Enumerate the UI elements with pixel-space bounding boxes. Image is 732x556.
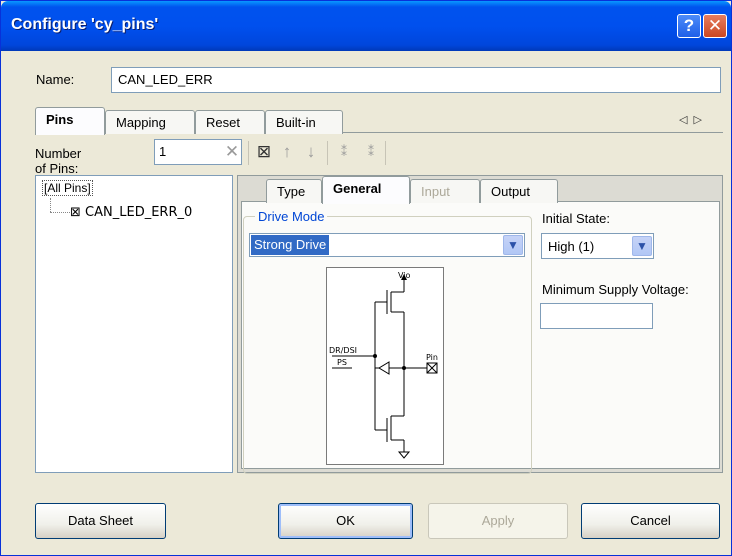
- scroll-left-icon[interactable]: ◁: [679, 114, 693, 126]
- tab-reset[interactable]: Reset: [195, 110, 265, 134]
- ps-label: PS: [337, 358, 347, 367]
- tab-pins[interactable]: Pins: [35, 107, 105, 135]
- pin-icon: ⊠: [70, 205, 81, 220]
- ok-button[interactable]: OK: [278, 503, 413, 539]
- min-supply-voltage-label: Minimum Supply Voltage:: [542, 282, 689, 297]
- scroll-right-icon[interactable]: ▷: [693, 114, 707, 126]
- tree-connector: [50, 198, 51, 212]
- toolbar-separator: [248, 141, 249, 165]
- initial-state-label: Initial State:: [542, 211, 610, 226]
- drive-mode-value: Strong Drive: [251, 235, 330, 255]
- delete-icon[interactable]: ✕: [221, 141, 243, 163]
- close-button[interactable]: ✕: [703, 14, 727, 38]
- tab-scroll-arrows[interactable]: ◁▷: [679, 113, 708, 126]
- drive-mode-diagram: Vio DR/DSI PS Pin: [326, 267, 444, 465]
- tree-item-label: CAN_LED_ERR_0: [85, 205, 193, 220]
- initial-state-select[interactable]: High (1) ▼: [541, 233, 654, 259]
- cancel-button[interactable]: Cancel: [581, 503, 720, 539]
- dr-dsi-label: DR/DSI: [329, 346, 357, 355]
- pins-tree[interactable]: [All Pins] ⊠ CAN_LED_ERR_0: [35, 175, 233, 473]
- help-button[interactable]: ?: [677, 14, 701, 38]
- merge-icon[interactable]: ⁑: [360, 141, 382, 163]
- chevron-down-icon[interactable]: ▼: [503, 235, 523, 255]
- min-supply-voltage-input[interactable]: [540, 303, 653, 329]
- pins-count-label: Number of Pins:: [35, 146, 82, 176]
- toolbar-separator: [385, 141, 386, 165]
- chevron-down-icon[interactable]: ▼: [632, 236, 652, 256]
- data-sheet-button[interactable]: Data Sheet: [35, 503, 166, 539]
- name-input[interactable]: CAN_LED_ERR: [111, 67, 721, 93]
- move-down-icon[interactable]: ↓: [300, 141, 322, 163]
- dialog-window: Configure 'cy_pins' ? ✕ Name: CAN_LED_ER…: [0, 0, 732, 556]
- tab-input: Input: [410, 179, 480, 203]
- add-pin-icon[interactable]: ⊠: [253, 141, 275, 163]
- drive-mode-select[interactable]: Strong Drive ▼: [249, 233, 525, 257]
- vdd-label: Vio: [398, 271, 411, 280]
- apply-button: Apply: [428, 503, 568, 539]
- tab-mapping[interactable]: Mapping: [105, 110, 195, 134]
- pin-label: Pin: [426, 353, 438, 362]
- title-bar[interactable]: Configure 'cy_pins' ? ✕: [1, 1, 731, 51]
- window-title: Configure 'cy_pins': [11, 16, 159, 33]
- tab-output[interactable]: Output: [480, 179, 558, 203]
- tab-type[interactable]: Type: [266, 179, 322, 203]
- tab-general[interactable]: General: [322, 176, 410, 204]
- tree-item-pin[interactable]: ⊠ CAN_LED_ERR_0: [70, 205, 192, 220]
- toolbar-separator: [327, 141, 328, 165]
- initial-state-value: High (1): [548, 239, 595, 254]
- name-label: Name:: [36, 72, 75, 87]
- tree-root-all-pins[interactable]: [All Pins]: [42, 180, 93, 196]
- move-up-icon[interactable]: ↑: [276, 141, 298, 163]
- drive-mode-label: Drive Mode: [255, 209, 328, 224]
- tab-built-in[interactable]: Built-in: [265, 110, 343, 134]
- split-icon[interactable]: ⁑: [333, 141, 355, 163]
- strong-drive-schematic: Vio DR/DSI PS Pin: [329, 271, 438, 459]
- tree-connector: [50, 212, 70, 213]
